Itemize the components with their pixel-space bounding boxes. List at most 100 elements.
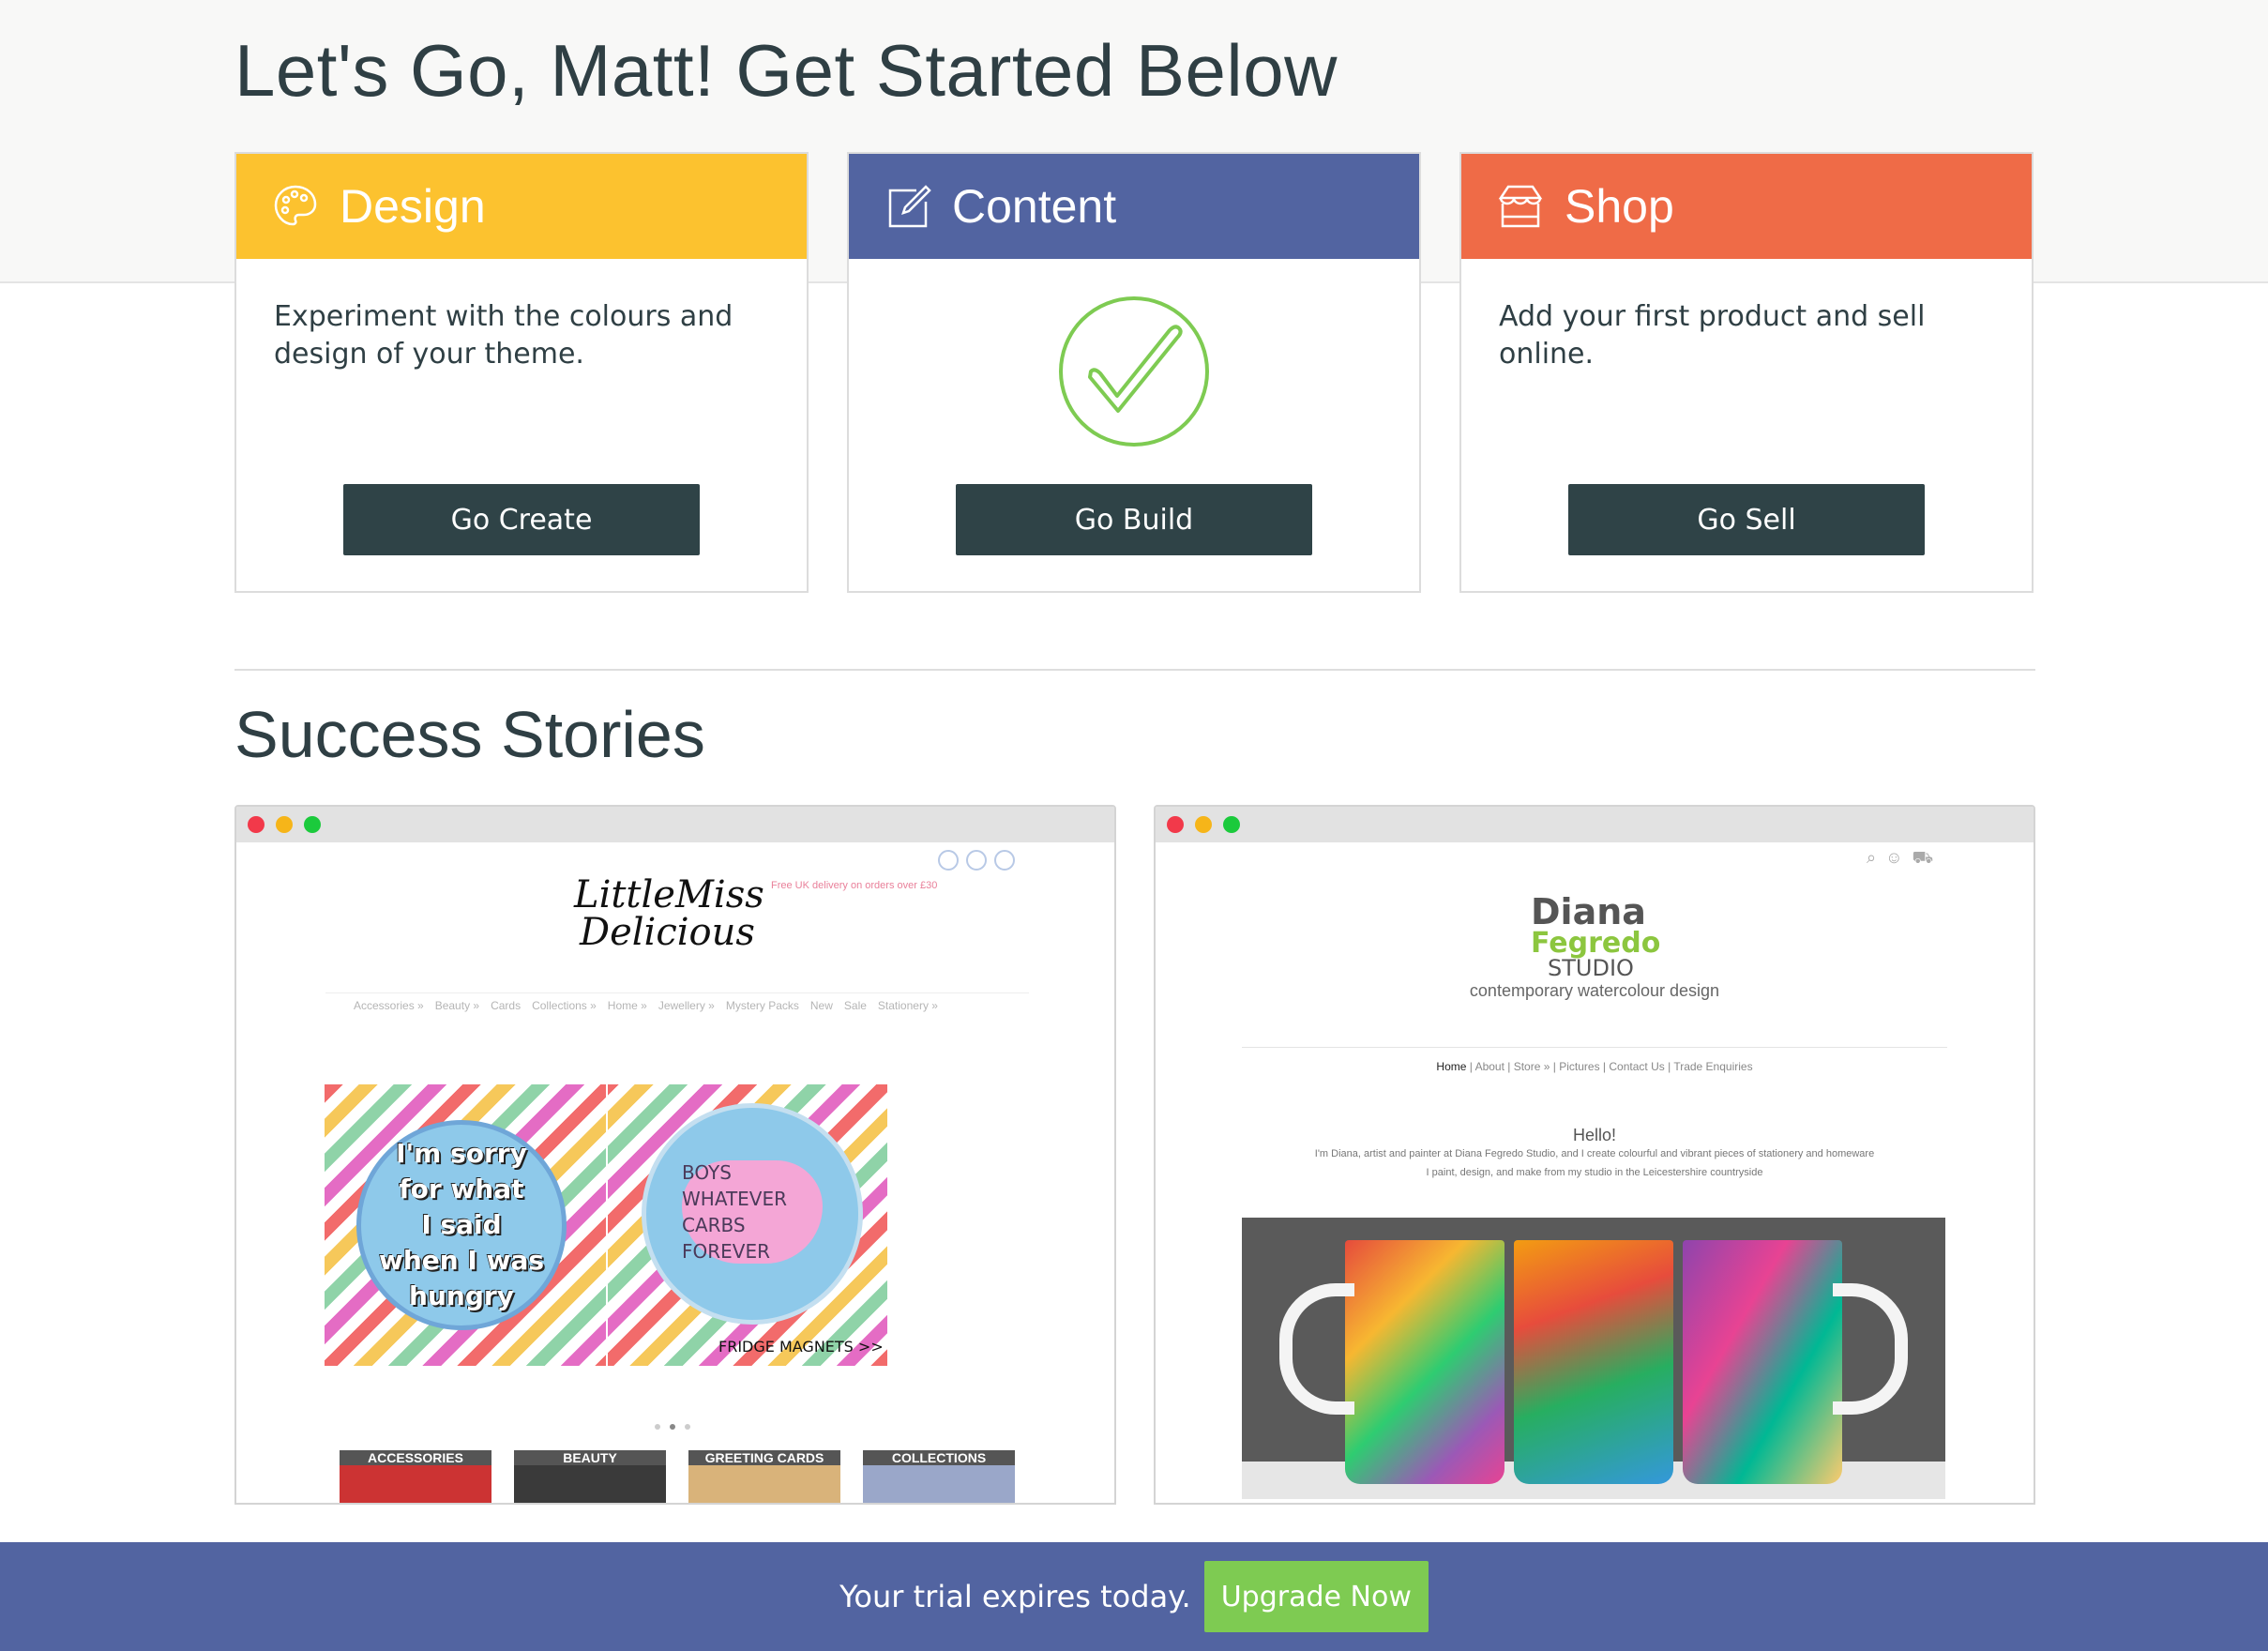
mug-handle [1279,1283,1354,1415]
shop-card-header: Shop [1461,154,2032,259]
success-story-little-miss-delicious[interactable]: LittleMiss Delicious Free UK delivery on… [234,805,1116,1505]
site-intro-line1: I'm Diana, artist and painter at Diana F… [1314,1148,1875,1159]
go-sell-button[interactable]: Go Sell [1568,484,1925,555]
site-nav-item: Collections » [532,999,597,1012]
minimize-dot-icon [1195,816,1212,833]
site-logo: LittleMiss Delicious [574,876,764,951]
edit-icon [885,183,931,230]
slide-caption: FRIDGE MAGNETS >> [718,1338,884,1356]
category-tiles: ACCESSORIES BEAUTY GREETING CARDS COLLEC… [340,1450,1015,1503]
site-logo-line3: STUDIO [1548,955,1634,981]
heart-shape: BOYS WHATEVER CARBS FOREVER [682,1160,823,1264]
category-tile: ACCESSORIES [340,1450,491,1503]
close-dot-icon [1167,816,1184,833]
site-nav-item: Mystery Packs [725,999,799,1012]
site-nav-item: Accessories » [354,999,424,1012]
upgrade-now-button[interactable]: Upgrade Now [1203,1561,1429,1632]
minimize-dot-icon [276,816,293,833]
site-screenshot: ⌕ ☺ ⛟ Diana Fegredo STUDIO contemporary … [1156,842,2034,1503]
mug-handle [1833,1283,1908,1415]
site-nav-item: About [1474,1060,1504,1073]
site-nav-item: Home [1436,1060,1467,1073]
category-label: COLLECTIONS [863,1450,1015,1465]
page-title: Let's Go, Matt! Get Started Below [234,29,1338,112]
palette-icon [272,183,319,230]
search-icon: ⌕ [1867,848,1877,867]
category-tile: COLLECTIONS [863,1450,1015,1503]
badge-text: for what [399,1174,524,1204]
mugs-photo [1242,1218,1945,1499]
category-tile: BEAUTY [514,1450,666,1503]
trial-banner: Your trial expires today. Upgrade Now [0,1542,2268,1651]
account-icon: ☺ [1885,848,1903,867]
hero-slide: I'm sorry for what I said when I was hun… [325,1084,887,1366]
store-icon [1497,183,1544,230]
carousel-dots [655,1424,690,1430]
category-label: BEAUTY [514,1450,666,1465]
site-nav-item: Store » [1513,1060,1550,1073]
cart-icon [994,850,1015,871]
badge-sorry: I'm sorry for what I said when I was hun… [356,1120,567,1330]
site-intro-line2: I paint, design, and make from my studio… [1426,1167,1763,1178]
design-card-header: Design [236,154,807,259]
design-card-description: Experiment with the colours and design o… [274,300,733,371]
site-nav-divider [1242,1047,1947,1048]
browser-bar [1156,807,2034,842]
site-header-icons [938,850,1015,871]
design-card-title: Design [340,180,486,233]
shop-card-title: Shop [1565,180,1674,233]
content-card-title: Content [952,180,1117,233]
category-label: ACCESSORIES [340,1450,491,1465]
maximize-dot-icon [1223,816,1240,833]
site-nav-item: Contact Us [1609,1060,1665,1073]
mug [1514,1240,1673,1484]
browser-bar [236,807,1114,842]
checkmark-icon [1059,296,1209,447]
site-tagline: contemporary watercolour design [1469,981,1720,1000]
section-divider [234,669,2035,671]
design-card: Design Experiment with the colours and d… [234,152,809,593]
site-nav-item: Cards [491,999,522,1012]
mug [1683,1240,1842,1484]
site-screenshot: LittleMiss Delicious Free UK delivery on… [236,842,1114,1503]
content-card: Content Go Build [847,152,1421,593]
badge-text: CARBS FOREVER [682,1214,770,1263]
maximize-dot-icon [304,816,321,833]
badge-text: I said [421,1209,502,1240]
site-nav-item: Sale [843,999,867,1012]
category-label: GREETING CARDS [688,1450,840,1465]
badge-carbs: BOYS WHATEVER CARBS FOREVER [642,1103,863,1325]
category-tile: GREETING CARDS [688,1450,840,1503]
site-nav: Home | About | Store » | Pictures | Cont… [1436,1060,1753,1073]
site-nav-item: Home » [607,999,647,1012]
cart-icon: ⛟ [1912,848,1934,867]
site-nav: Accessories » Beauty » Cards Collections… [354,999,938,1012]
site-logo-line1: LittleMiss [574,873,764,916]
site-nav-item: New [809,999,833,1012]
go-build-button[interactable]: Go Build [956,484,1312,555]
badge-text: when I was [378,1245,545,1276]
go-create-button[interactable]: Go Create [343,484,700,555]
content-card-header: Content [849,154,1419,259]
account-icon [966,850,987,871]
shop-card-description: Add your first product and sell online. [1499,300,1926,371]
site-header-icons: ⌕ ☺ ⛟ [1867,848,1933,871]
search-icon [938,850,959,871]
site-nav-item: Trade Enquiries [1673,1060,1753,1073]
badge-text: I'm sorry [396,1138,527,1169]
badge-text: BOYS WHATEVER [682,1161,788,1210]
site-nav-item: Pictures [1559,1060,1600,1073]
success-story-diana-fegredo[interactable]: ⌕ ☺ ⛟ Diana Fegredo STUDIO contemporary … [1154,805,2035,1505]
site-logo-line2: Delicious [580,911,755,954]
site-nav-divider [325,992,1029,993]
site-nav-item: Beauty » [434,999,480,1012]
trial-banner-text: Your trial expires today. [839,1579,1191,1614]
promo-text: Free UK delivery on orders over £30 [771,880,938,891]
site-nav-item: Jewellery » [658,999,715,1012]
close-dot-icon [248,816,265,833]
success-stories-title: Success Stories [234,698,705,771]
site-hello: Hello! [1572,1126,1617,1144]
shop-card: Shop Add your first product and sell onl… [1459,152,2034,593]
mug [1345,1240,1504,1484]
badge-text: hungry [409,1280,514,1311]
